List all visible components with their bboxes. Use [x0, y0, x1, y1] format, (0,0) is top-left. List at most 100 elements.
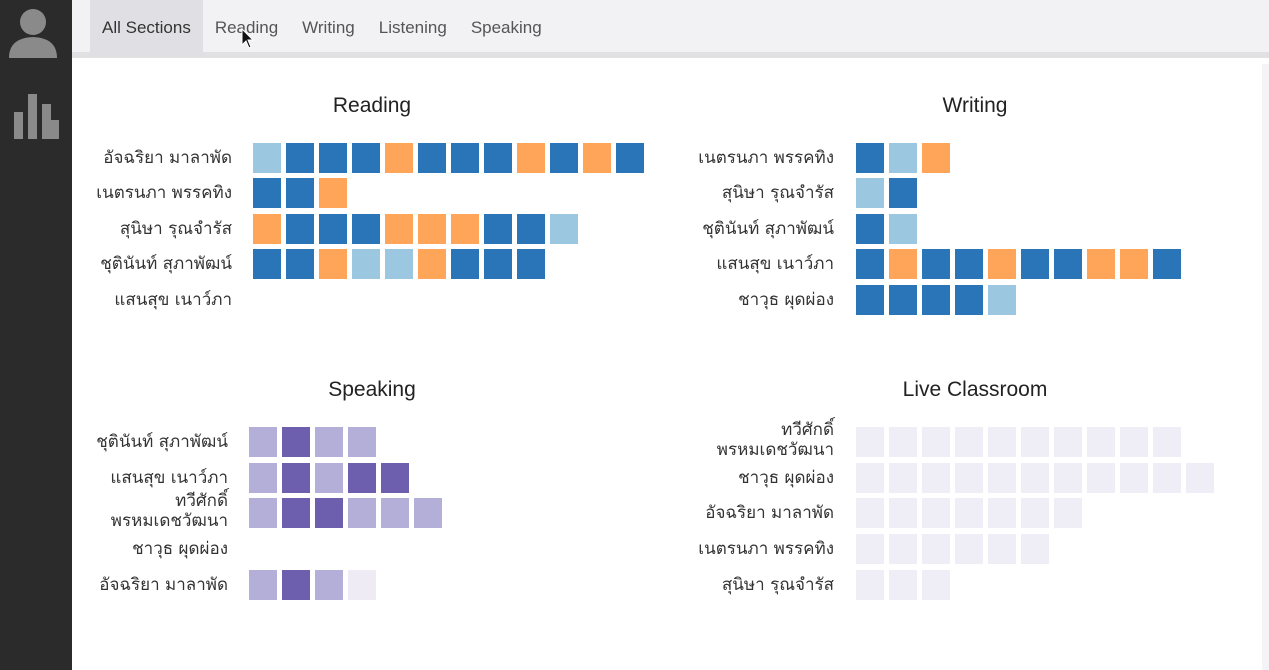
live-classroom-activity-cell[interactable]	[856, 463, 884, 493]
reading-activity-cell[interactable]	[319, 143, 347, 173]
reading-activity-cell[interactable]	[451, 214, 479, 244]
reading-activity-cell[interactable]	[517, 143, 545, 173]
speaking-activity-cell[interactable]	[315, 498, 343, 528]
user-avatar-button[interactable]	[0, 0, 72, 68]
scrollbar-track[interactable]	[1262, 64, 1269, 670]
reading-activity-cell[interactable]	[418, 249, 446, 279]
writing-activity-cell[interactable]	[922, 143, 950, 173]
writing-activity-cell[interactable]	[988, 249, 1016, 279]
writing-activity-cell[interactable]	[1054, 249, 1082, 279]
writing-activity-cell[interactable]	[955, 249, 983, 279]
reading-activity-cell[interactable]	[253, 178, 281, 208]
speaking-activity-cell[interactable]	[315, 570, 343, 600]
reading-activity-cell[interactable]	[550, 143, 578, 173]
live-classroom-activity-cell[interactable]	[856, 534, 884, 564]
writing-activity-cell[interactable]	[889, 143, 917, 173]
reading-activity-cell[interactable]	[484, 214, 512, 244]
live-classroom-activity-cell[interactable]	[922, 498, 950, 528]
speaking-activity-cell[interactable]	[282, 570, 310, 600]
live-classroom-activity-cell[interactable]	[889, 534, 917, 564]
live-classroom-activity-cell[interactable]	[1054, 498, 1082, 528]
writing-activity-cell[interactable]	[889, 214, 917, 244]
writing-activity-cell[interactable]	[922, 249, 950, 279]
speaking-activity-cell[interactable]	[348, 498, 376, 528]
live-classroom-activity-cell[interactable]	[1153, 463, 1181, 493]
writing-activity-cell[interactable]	[955, 285, 983, 315]
tab-listening[interactable]: Listening	[367, 0, 459, 56]
live-classroom-activity-cell[interactable]	[856, 498, 884, 528]
live-classroom-activity-cell[interactable]	[1153, 427, 1181, 457]
reading-activity-cell[interactable]	[451, 143, 479, 173]
reading-activity-cell[interactable]	[352, 249, 380, 279]
live-classroom-activity-cell[interactable]	[955, 463, 983, 493]
writing-activity-cell[interactable]	[1153, 249, 1181, 279]
speaking-activity-cell[interactable]	[249, 570, 277, 600]
writing-activity-cell[interactable]	[856, 178, 884, 208]
live-classroom-activity-cell[interactable]	[889, 570, 917, 600]
writing-activity-cell[interactable]	[856, 214, 884, 244]
reading-activity-cell[interactable]	[286, 143, 314, 173]
writing-activity-cell[interactable]	[856, 285, 884, 315]
speaking-activity-cell[interactable]	[414, 498, 442, 528]
reading-activity-cell[interactable]	[319, 249, 347, 279]
live-classroom-activity-cell[interactable]	[1054, 463, 1082, 493]
reading-activity-cell[interactable]	[418, 214, 446, 244]
reading-activity-cell[interactable]	[352, 214, 380, 244]
reading-activity-cell[interactable]	[253, 249, 281, 279]
live-classroom-activity-cell[interactable]	[955, 534, 983, 564]
writing-activity-cell[interactable]	[988, 285, 1016, 315]
live-classroom-activity-cell[interactable]	[889, 427, 917, 457]
reading-activity-cell[interactable]	[352, 143, 380, 173]
writing-activity-cell[interactable]	[856, 143, 884, 173]
live-classroom-activity-cell[interactable]	[1087, 463, 1115, 493]
reading-activity-cell[interactable]	[385, 249, 413, 279]
reading-activity-cell[interactable]	[550, 214, 578, 244]
reading-activity-cell[interactable]	[286, 214, 314, 244]
live-classroom-activity-cell[interactable]	[922, 570, 950, 600]
reading-activity-cell[interactable]	[286, 178, 314, 208]
live-classroom-activity-cell[interactable]	[1021, 427, 1049, 457]
writing-activity-cell[interactable]	[889, 178, 917, 208]
live-classroom-activity-cell[interactable]	[889, 498, 917, 528]
live-classroom-activity-cell[interactable]	[922, 427, 950, 457]
writing-activity-cell[interactable]	[856, 249, 884, 279]
speaking-activity-cell[interactable]	[348, 427, 376, 457]
tab-speaking[interactable]: Speaking	[459, 0, 554, 56]
live-classroom-activity-cell[interactable]	[1054, 427, 1082, 457]
live-classroom-activity-cell[interactable]	[922, 463, 950, 493]
live-classroom-activity-cell[interactable]	[988, 534, 1016, 564]
live-classroom-activity-cell[interactable]	[988, 427, 1016, 457]
live-classroom-activity-cell[interactable]	[856, 427, 884, 457]
live-classroom-activity-cell[interactable]	[955, 498, 983, 528]
speaking-activity-cell[interactable]	[348, 570, 376, 600]
reading-activity-cell[interactable]	[451, 249, 479, 279]
reading-activity-cell[interactable]	[253, 143, 281, 173]
live-classroom-activity-cell[interactable]	[955, 427, 983, 457]
reading-activity-cell[interactable]	[319, 214, 347, 244]
reading-activity-cell[interactable]	[253, 214, 281, 244]
live-classroom-activity-cell[interactable]	[922, 534, 950, 564]
reading-activity-cell[interactable]	[286, 249, 314, 279]
speaking-activity-cell[interactable]	[282, 463, 310, 493]
reading-activity-cell[interactable]	[385, 143, 413, 173]
live-classroom-activity-cell[interactable]	[1021, 498, 1049, 528]
writing-activity-cell[interactable]	[1087, 249, 1115, 279]
speaking-activity-cell[interactable]	[348, 463, 376, 493]
speaking-activity-cell[interactable]	[282, 427, 310, 457]
speaking-activity-cell[interactable]	[282, 498, 310, 528]
writing-activity-cell[interactable]	[1120, 249, 1148, 279]
speaking-activity-cell[interactable]	[315, 463, 343, 493]
reading-activity-cell[interactable]	[319, 178, 347, 208]
live-classroom-activity-cell[interactable]	[1021, 463, 1049, 493]
live-classroom-activity-cell[interactable]	[1087, 427, 1115, 457]
speaking-activity-cell[interactable]	[249, 498, 277, 528]
tab-all-sections[interactable]: All Sections	[90, 0, 203, 56]
speaking-activity-cell[interactable]	[249, 427, 277, 457]
writing-activity-cell[interactable]	[889, 285, 917, 315]
reading-activity-cell[interactable]	[484, 143, 512, 173]
stats-button[interactable]	[0, 80, 72, 150]
writing-activity-cell[interactable]	[1021, 249, 1049, 279]
reading-activity-cell[interactable]	[385, 214, 413, 244]
speaking-activity-cell[interactable]	[381, 498, 409, 528]
speaking-activity-cell[interactable]	[315, 427, 343, 457]
